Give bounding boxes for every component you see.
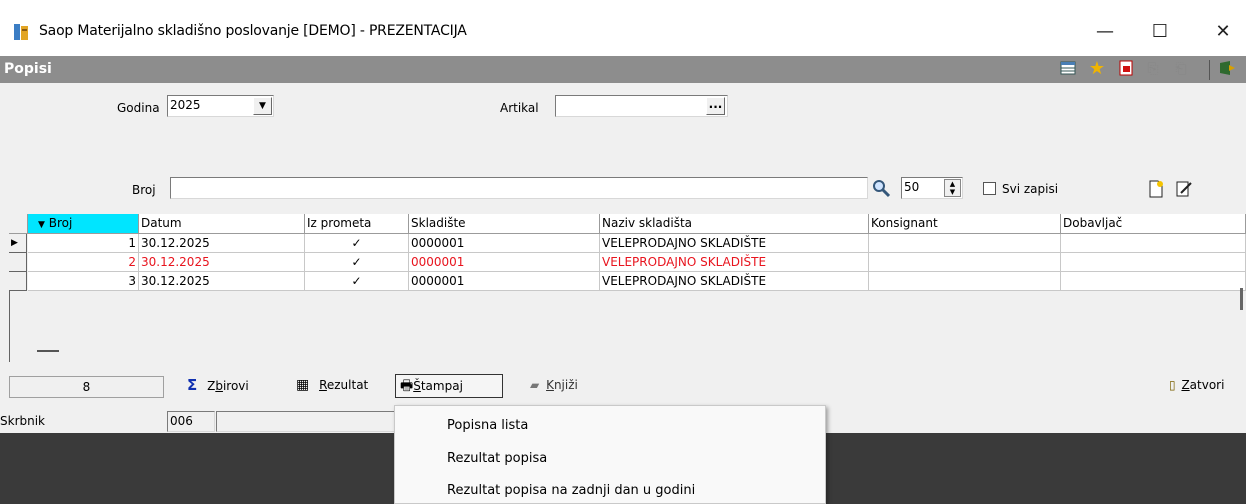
skrbnik-name [216,411,396,432]
row-indicator-current[interactable]: ▶ [9,234,27,253]
zbirovi-button[interactable]: Σ Zbirovi [187,374,249,398]
table-row-cell-konsignant[interactable] [869,234,1061,253]
grid-scrollbar[interactable] [1240,288,1243,310]
car-icon: ▰ [530,378,540,392]
column-header-naziv-skladista[interactable]: Naziv skladišta [600,214,869,234]
toolbar-separator [1209,60,1210,80]
pdf-icon[interactable] [1117,60,1135,78]
app-icon [13,23,29,41]
table-row-cell-naziv[interactable]: VELEPRODAJNO SKLADIŠTE [600,272,869,291]
row-indicator[interactable] [9,272,27,291]
table-row-cell-broj[interactable]: 1 [28,234,139,253]
table-row-cell-datum[interactable]: 30.12.2025 [139,234,305,253]
table-row-checkbox-iz-prometa[interactable]: ✓ [305,272,409,291]
godina-dropdown-button[interactable]: ▼ [253,97,272,115]
window-title: Saop Materijalno skladišno poslovanje [D… [39,23,467,39]
table-row-cell-konsignant[interactable] [869,253,1061,272]
record-count: 8 [9,376,164,398]
table-row-cell-dobavljac[interactable] [1061,272,1246,291]
stampaj-button[interactable]: 🖶Štampaj [395,374,503,398]
table-row-cell-skladiste[interactable]: 0000001 [409,253,600,272]
sigma-icon: Σ [187,376,198,394]
minimize-button[interactable]: — [1082,14,1128,50]
rezultat-button[interactable]: ▦ Rezultat [296,374,368,398]
artikal-browse-button[interactable]: ... [706,97,725,115]
sort-desc-icon: ▼ [38,220,45,230]
column-header-broj[interactable]: ▼ Broj [28,214,139,234]
column-header-konsignant[interactable]: Konsignant [869,214,1061,234]
page-size-value: 50 [904,180,920,194]
grid-splitter-handle[interactable] [37,350,59,352]
column-header-datum[interactable]: Datum [139,214,305,234]
table-row-cell-datum[interactable]: 30.12.2025 [139,253,305,272]
artikal-label: Artikal [500,101,539,115]
table-row-cell-skladiste[interactable]: 0000001 [409,234,600,253]
table-row-cell-dobavljac[interactable] [1061,253,1246,272]
broj-search-input[interactable] [170,177,868,199]
row-indicator[interactable] [9,253,27,272]
menu-item-rezultat-popisa[interactable]: Rezultat popisa [447,451,547,466]
exit-icon[interactable] [1218,60,1236,78]
edit-document-icon[interactable] [1175,180,1193,198]
close-button[interactable]: ✕ [1200,14,1246,50]
menu-item-rezultat-zadnji-dan[interactable]: Rezultat popisa na zadnji dan u godini [447,483,695,498]
table-row-cell-naziv[interactable]: VELEPRODAJNO SKLADIŠTE [600,253,869,272]
search-icon[interactable] [871,178,891,198]
table-row-checkbox-iz-prometa[interactable]: ✓ [305,253,409,272]
knjizi-button[interactable]: ▰ Knjiži [530,374,578,398]
form-title: Popisi [4,61,52,77]
svi-zapisi-label: Svi zapisi [1002,182,1059,196]
printer-icon: 🖶 [400,378,414,394]
paste-icon[interactable]: ⎗ [1172,60,1190,78]
skrbnik-value: 006 [167,411,215,432]
table-row-cell-konsignant[interactable] [869,272,1061,291]
svi-zapisi-checkbox[interactable] [983,182,996,195]
grid-corner [9,214,28,234]
artikal-input[interactable] [555,95,728,117]
broj-label: Broj [132,183,156,197]
maximize-button[interactable]: ☐ [1137,14,1183,50]
table-row-cell-broj[interactable]: 3 [28,272,139,291]
copy-icon[interactable]: ⎘ [1144,60,1162,78]
door-icon: ▯ [1169,378,1176,392]
page-size-stepper[interactable]: ▲ ▼ [944,179,961,197]
column-header-iz-prometa[interactable]: Iz prometa [305,214,409,234]
column-header-dobavljac[interactable]: Dobavljač [1061,214,1246,234]
skrbnik-label: Skrbnik [0,414,46,428]
godina-value: 2025 [170,98,201,112]
table-row-checkbox-iz-prometa[interactable]: ✓ [305,234,409,253]
table-row-cell-skladiste[interactable]: 0000001 [409,272,600,291]
zatvori-button[interactable]: ▯ Zatvori [1169,374,1224,398]
star-icon[interactable]: ★ [1088,60,1106,78]
table-row-cell-dobavljac[interactable] [1061,234,1246,253]
table-row-cell-broj[interactable]: 2 [28,253,139,272]
calculator-icon: ▦ [296,377,310,393]
new-document-icon[interactable] [1148,180,1164,198]
table-settings-icon[interactable] [1059,60,1077,78]
column-header-skladiste[interactable]: Skladište [409,214,600,234]
menu-item-popisna-lista[interactable]: Popisna lista [447,418,528,433]
table-row-cell-datum[interactable]: 30.12.2025 [139,272,305,291]
table-row-cell-naziv[interactable]: VELEPRODAJNO SKLADIŠTE [600,234,869,253]
godina-label: Godina [117,101,160,115]
